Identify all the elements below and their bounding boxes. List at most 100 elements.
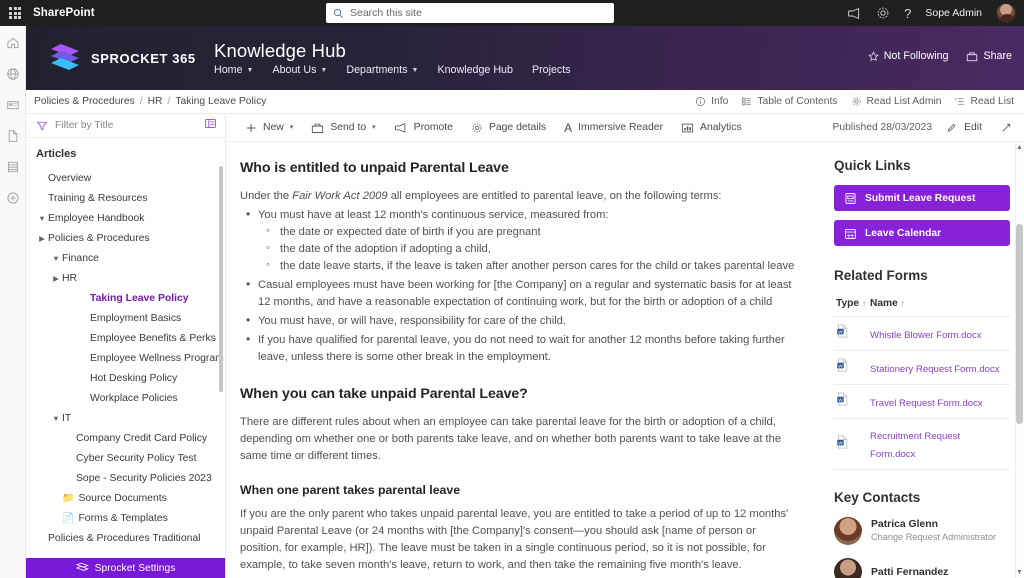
nav-item-home[interactable]: Home ▼ [214,64,253,76]
table-row[interactable]: W Whistle Blower Form.docx [834,316,1010,351]
leave-calendar-button[interactable]: Leave Calendar [834,220,1010,246]
chevron-down-icon[interactable]: ▼ [50,254,62,263]
page-column: SPROCKET 365 Knowledge Hub Home ▼ About U… [26,26,1024,578]
news-icon[interactable] [6,98,20,112]
immersive-reader-button[interactable]: A Immersive Reader [555,115,672,141]
breadcrumb-item-0[interactable]: Policies & Procedures [34,96,135,107]
help-icon[interactable]: ? [904,6,911,21]
expand-button[interactable] [996,115,1016,141]
word-doc-icon: W [837,358,848,372]
sidebar-item-employee-wellness-program[interactable]: Employee Wellness Program [26,348,225,368]
breadcrumb-bar: Policies & Procedures / HR / Taking Leav… [26,90,1024,114]
sidebar-item-source-documents[interactable]: 📁 Source Documents [26,488,225,508]
sidebar-item-policies-procedures[interactable]: ▶ Policies & Procedures [26,228,225,248]
sprocket-settings-button[interactable]: Sprocket Settings [26,558,225,578]
page-scrollbar[interactable]: ▲ ▼ [1015,142,1024,578]
sidebar-item-workplace-policies[interactable]: Workplace Policies [26,388,225,408]
list-item[interactable]: Patti Fernandez [834,558,1010,578]
sprocket-settings-label: Sprocket Settings [94,562,176,574]
sharepoint-brand[interactable]: SharePoint [30,7,95,19]
content-region: Who is entitled to unpaid Parental Leave… [226,142,1024,578]
info-button[interactable]: Info [695,96,728,107]
site-navigation: Home ▼ About Us ▼ Departments ▼ Knowledge H… [214,64,571,76]
page-icon[interactable] [6,129,20,143]
promote-button[interactable]: Promote [385,115,462,141]
sidebar-item-employee-handbook[interactable]: ▼ Employee Handbook [26,208,225,228]
send-to-button[interactable]: Send to ▾ [302,115,384,141]
table-of-contents-button[interactable]: Table of Contents [741,96,838,107]
form-name-cell: Travel Request Form.docx [868,384,1010,419]
not-following-button[interactable]: Not Following [868,50,948,62]
avatar[interactable] [996,3,1016,23]
page-details-button[interactable]: Page details [462,115,555,141]
create-icon[interactable] [6,191,20,205]
page-title[interactable]: Knowledge Hub [214,40,571,62]
home-icon[interactable] [6,36,20,50]
search-input[interactable]: Search this site [326,3,614,23]
share-button[interactable]: Share [966,50,1012,62]
scrollbar-thumb[interactable] [1016,224,1023,424]
scroll-down-icon[interactable]: ▼ [1016,569,1023,576]
sidebar-item-hot-desking-policy[interactable]: Hot Desking Policy [26,368,225,388]
scroll-up-icon[interactable]: ▲ [1016,144,1023,151]
column-header-name[interactable]: Name ↑ [868,295,1010,317]
megaphone-icon[interactable] [847,7,862,20]
filter-input[interactable]: Filter by Title [55,120,113,131]
sidebar-item-cyber-security-policy-test[interactable]: Cyber Security Policy Test [26,448,225,468]
read-list-button[interactable]: Read List [954,96,1014,107]
list-item: If you have qualified for parental leave… [240,331,796,366]
list-item[interactable]: Patrica Glenn Change Request Administrat… [834,517,1010,545]
analytics-button[interactable]: Analytics [672,115,751,141]
form-link[interactable]: Stationery Request Form.docx [870,364,1000,375]
chevron-right-icon[interactable]: ▶ [50,274,62,283]
sidebar-item-training-resources[interactable]: Training & Resources [26,188,225,208]
chevron-down-icon[interactable]: ▼ [36,214,48,223]
nav-item-departments[interactable]: Departments ▼ [346,64,418,76]
nav-item-projects[interactable]: Projects [532,64,571,76]
table-row[interactable]: W Travel Request Form.docx [834,384,1010,419]
read-list-admin-button[interactable]: Read List Admin [851,96,941,107]
left-icon-rail [0,26,26,578]
breadcrumb-item-1[interactable]: HR [148,96,163,107]
related-forms-body: W Whistle Blower Form.docx W Stationery Req… [834,316,1010,470]
nav-item-knowledge-hub[interactable]: Knowledge Hub [437,64,512,76]
edit-button[interactable]: Edit [942,115,986,141]
sidebar-item-forms-templates[interactable]: 📄 Forms & Templates [26,508,225,528]
nav-scrollbar[interactable] [219,166,223,392]
list-icon[interactable] [6,160,20,174]
sidebar-item-it[interactable]: ▼ IT [26,408,225,428]
nav-item-about-us[interactable]: About Us ▼ [272,64,327,76]
new-button[interactable]: New ▾ [236,115,302,141]
breadcrumb-item-2[interactable]: Taking Leave Policy [175,96,266,107]
document-library-icon: 📄 [62,512,75,524]
sidebar-item-company-credit-card-policy[interactable]: Company Credit Card Policy [26,428,225,448]
column-header-type[interactable]: Type ↑ [834,295,869,317]
sidebar-item-taking-leave-policy[interactable]: Taking Leave Policy [26,288,225,308]
sidebar-item-overview[interactable]: Overview [26,168,225,188]
sidebar-item-sope-security-policies-2023[interactable]: Sope - Security Policies 2023 [26,468,225,488]
command-bar: New ▾ Send to ▾ Promote Page details A I… [226,114,1024,142]
submit-leave-request-button[interactable]: Submit Leave Request [834,185,1010,211]
table-row[interactable]: W Stationery Request Form.docx [834,350,1010,385]
view-options-icon[interactable] [204,117,217,135]
gear-icon[interactable] [876,6,890,20]
svg-text:W: W [838,363,843,369]
table-row[interactable]: W Recruitment Request Form.docx [834,418,1010,470]
filter-bar: Filter by Title [26,114,225,138]
article-bullet-list: You must have at least 12 month's contin… [240,206,796,366]
form-link[interactable]: Travel Request Form.docx [870,398,983,409]
sidebar-item-employment-basics[interactable]: Employment Basics [26,308,225,328]
chevron-down-icon[interactable]: ▼ [50,414,62,423]
sidebar-item-finance[interactable]: ▼ Finance [26,248,225,268]
waffle-icon[interactable] [0,7,30,19]
sidebar-item-hr[interactable]: ▶ HR [26,268,225,288]
sidebar-item-employee-benefits-perks[interactable]: Employee Benefits & Perks [26,328,225,348]
form-link[interactable]: Whistle Blower Form.docx [870,330,981,341]
form-link[interactable]: Recruitment Request Form.docx [870,431,960,460]
sidebar-item-policies-procedures-traditional[interactable]: Policies & Procedures Traditional [26,528,225,548]
filter-icon[interactable] [36,120,48,132]
user-name[interactable]: Sope Admin [925,7,982,19]
site-logo[interactable]: SPROCKET 365 [48,42,214,74]
globe-icon[interactable] [6,67,20,81]
chevron-right-icon[interactable]: ▶ [36,234,48,243]
